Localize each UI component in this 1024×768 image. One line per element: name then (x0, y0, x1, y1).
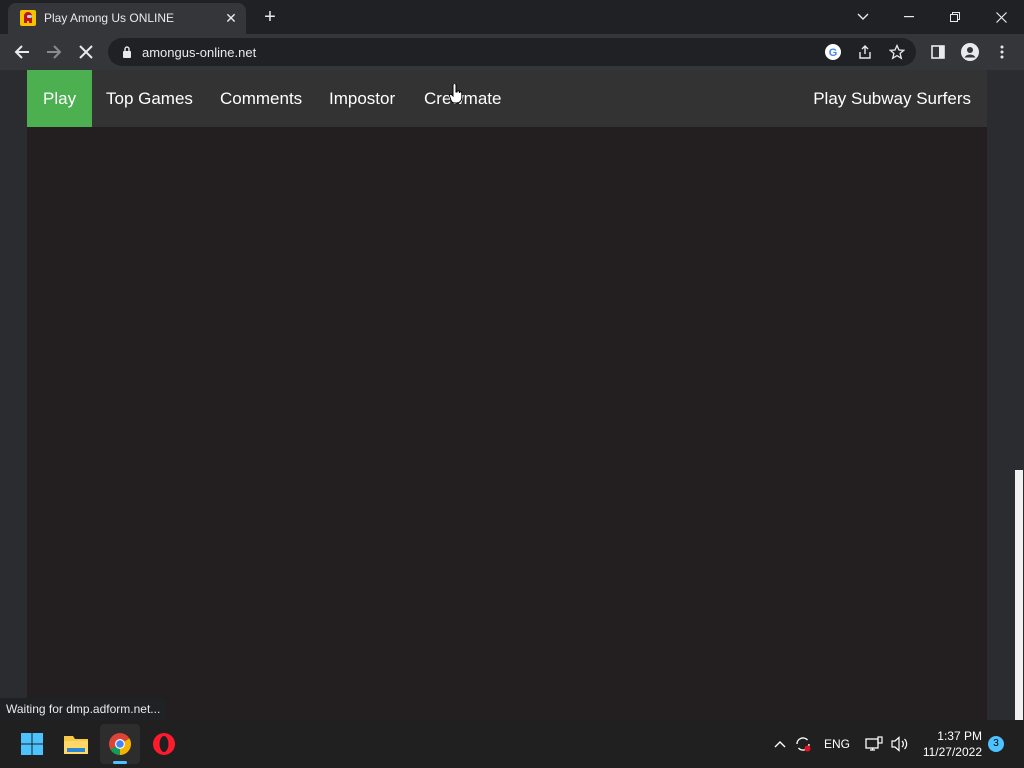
address-bar[interactable]: amongus-online.net G (108, 38, 916, 66)
sync-icon[interactable] (792, 720, 814, 768)
page-viewport: Play Top Games Comments Impostor Crewmat… (0, 70, 1024, 720)
notification-count-badge[interactable]: 3 (988, 736, 1004, 752)
nav-comments-link[interactable]: Comments (204, 70, 318, 127)
tab-search-icon[interactable] (840, 0, 886, 34)
taskbar-clock[interactable]: 1:37 PM 11/27/2022 (923, 728, 982, 760)
nav-subway-surfers-link[interactable]: Play Subway Surfers (797, 70, 987, 127)
new-tab-icon[interactable]: + (258, 6, 282, 28)
back-arrow-icon[interactable] (10, 40, 34, 64)
stop-loading-icon[interactable] (74, 40, 98, 64)
browser-tab[interactable]: Play Among Us ONLINE ✕ (8, 3, 246, 34)
scrollbar-thumb[interactable] (1015, 470, 1023, 720)
active-app-indicator (113, 761, 127, 764)
share-icon[interactable] (856, 43, 874, 61)
opera-icon[interactable] (144, 724, 184, 764)
clock-date: 11/27/2022 (922, 745, 982, 759)
clock-time: 1:37 PM (937, 729, 982, 743)
side-panel-icon[interactable] (926, 40, 950, 64)
close-window-icon[interactable] (978, 0, 1024, 34)
hand-cursor-icon (449, 84, 463, 104)
site-navigation: Play Top Games Comments Impostor Crewmat… (27, 70, 987, 127)
nav-impostor-link[interactable]: Impostor (313, 70, 411, 127)
network-icon[interactable] (862, 720, 886, 768)
tab-strip: Play Among Us ONLINE ✕ + (0, 0, 1024, 34)
nav-play-link[interactable]: Play (27, 70, 93, 127)
lock-icon[interactable] (118, 43, 136, 61)
scrollbar[interactable] (1014, 70, 1024, 720)
start-windows-icon[interactable] (12, 724, 52, 764)
nav-top-games-link[interactable]: Top Games (90, 70, 209, 127)
chrome-taskbar-icon[interactable] (100, 724, 140, 764)
restore-icon[interactable] (932, 0, 978, 34)
menu-dots-icon[interactable] (990, 40, 1014, 64)
status-bubble: Waiting for dmp.adform.net... (0, 698, 167, 720)
url-text: amongus-online.net (142, 45, 257, 60)
svg-text:G: G (829, 47, 838, 59)
browser-toolbar: amongus-online.net G (0, 34, 1024, 70)
taskbar: ENG 1:37 PM 11/27/2022 3 (0, 720, 1024, 768)
tab-close-icon[interactable]: ✕ (222, 9, 240, 27)
tab-title: Play Among Us ONLINE (44, 11, 175, 25)
google-icon[interactable]: G (824, 43, 842, 61)
show-hidden-icons-chevron-icon[interactable] (770, 720, 790, 768)
among-us-favicon-icon (20, 10, 36, 26)
minimize-icon[interactable] (886, 0, 932, 34)
forward-arrow-icon[interactable] (42, 40, 66, 64)
file-explorer-icon[interactable] (56, 724, 96, 764)
language-indicator[interactable]: ENG (820, 720, 854, 768)
profile-icon[interactable] (958, 40, 982, 64)
game-frame[interactable] (27, 127, 987, 720)
volume-icon[interactable] (888, 720, 912, 768)
bookmark-star-icon[interactable] (888, 43, 906, 61)
